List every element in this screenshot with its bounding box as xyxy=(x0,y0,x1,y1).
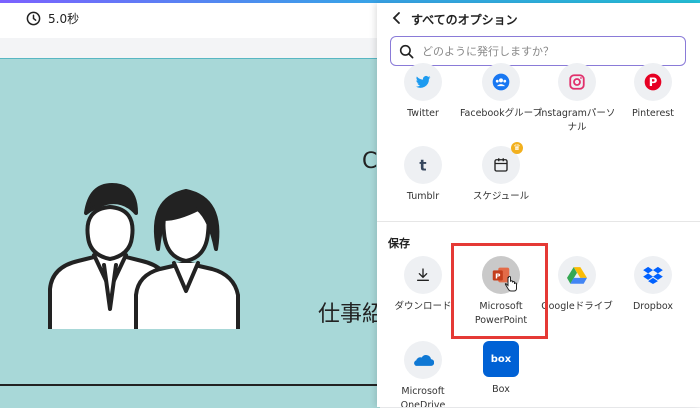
option-label: Instagramパーソナル xyxy=(538,108,616,133)
option-label: Dropbox xyxy=(632,301,674,312)
option-label: Twitter xyxy=(407,108,439,119)
facebook-group-icon xyxy=(482,63,520,101)
instagram-icon xyxy=(558,63,596,101)
duration-control[interactable]: 5.0秒 xyxy=(26,10,79,27)
option-label: Pinterest xyxy=(632,108,674,119)
option-dropbox[interactable]: Dropbox xyxy=(611,256,695,314)
canvas-divider-line xyxy=(0,384,380,386)
option-instagram[interactable]: Instagramパーソナル xyxy=(535,63,619,135)
box-icon: box xyxy=(483,341,519,377)
save-section-heading: 保存 xyxy=(388,237,410,250)
option-label: スケジュール xyxy=(472,191,530,202)
option-twitter[interactable]: Twitter xyxy=(381,63,465,121)
canvas-title-fragment: 仕事紹 xyxy=(318,302,385,327)
tumblr-icon: t xyxy=(404,146,442,184)
design-canvas[interactable]: C 仕事紹 xyxy=(0,58,384,408)
google-drive-icon xyxy=(558,256,596,294)
option-label: Box xyxy=(492,384,510,395)
search-icon xyxy=(399,44,414,58)
panel-title: すべてのオプション xyxy=(411,13,518,27)
canvas-text-fragment: C xyxy=(362,149,378,174)
option-onedrive[interactable]: Microsoft OneDrive xyxy=(381,341,465,407)
powerpoint-highlight-box xyxy=(451,243,548,339)
option-schedule[interactable]: ♛ スケジュール xyxy=(459,142,543,204)
option-tumblr[interactable]: t Tumblr xyxy=(381,146,465,204)
option-label: Facebookグループ xyxy=(459,108,543,119)
duration-label: 5.0秒 xyxy=(48,12,80,26)
option-box[interactable]: box Box xyxy=(459,341,543,397)
option-label: Tumblr xyxy=(406,191,440,202)
share-options-panel: すべてのオプション Twitter Facebookグループ Instagram… xyxy=(377,3,700,407)
option-facebook-group[interactable]: Facebookグループ xyxy=(459,63,543,121)
onedrive-icon xyxy=(404,341,442,379)
option-pinterest[interactable]: P Pinterest xyxy=(611,63,695,121)
search-input[interactable] xyxy=(420,43,674,59)
pinterest-icon: P xyxy=(634,63,672,101)
search-box[interactable] xyxy=(390,36,686,66)
download-icon xyxy=(404,256,442,294)
clock-icon xyxy=(26,11,41,26)
svg-text:t: t xyxy=(419,156,426,174)
dropbox-icon xyxy=(634,256,672,294)
svg-text:P: P xyxy=(649,75,658,89)
section-divider xyxy=(377,221,700,222)
twitter-icon xyxy=(404,63,442,101)
business-people-illustration xyxy=(48,183,240,329)
calendar-icon: ♛ xyxy=(482,142,523,184)
option-label: Microsoft OneDrive xyxy=(400,386,446,407)
back-arrow-icon[interactable] xyxy=(389,10,405,26)
panel-header: すべてのオプション xyxy=(377,3,700,33)
premium-crown-icon: ♛ xyxy=(511,142,523,154)
